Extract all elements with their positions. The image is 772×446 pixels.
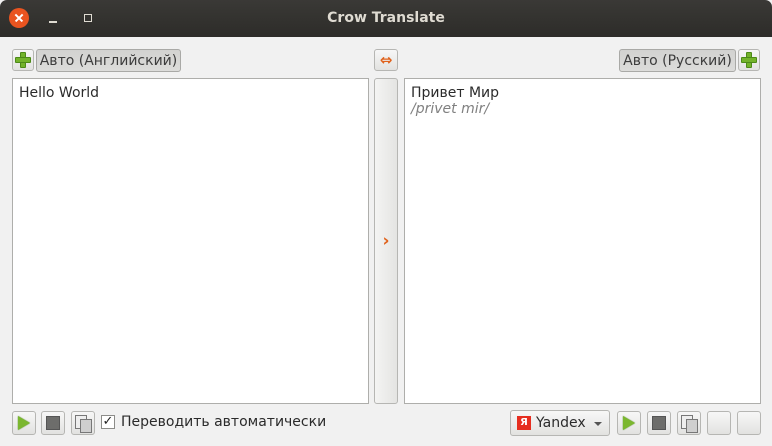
copy-icon [75,415,92,433]
plus-icon [15,52,31,68]
auto-translate-checkbox[interactable]: ✓ [101,415,115,429]
transliteration-text: /privet mir/ [411,101,490,117]
plus-icon [741,52,757,68]
stop-translation-button[interactable] [647,411,671,435]
title-bar: Crow Translate [0,0,772,37]
copy-all-button[interactable] [707,411,731,435]
chevron-right-icon: › [382,231,390,251]
translate-button[interactable]: › [374,78,398,404]
copy-translation-button[interactable] [677,411,701,435]
window-title: Crow Translate [327,10,445,26]
settings-button[interactable] [737,411,761,435]
play-icon [623,416,635,430]
translation-language-label: Авто (Русский) [623,52,732,69]
source-text: Hello World [19,85,100,101]
translation-engine-select[interactable]: Я Yandex [510,410,610,436]
swap-icon: ⇔ [379,50,393,69]
translation-language-button[interactable]: Авто (Русский) [619,49,736,72]
source-language-label: Авто (Английский) [39,52,178,69]
swap-languages-button[interactable]: ⇔ [374,49,398,71]
source-text-area[interactable]: Hello World [12,78,369,404]
play-source-button[interactable] [12,411,36,435]
translation-text: Привет Мир [411,85,500,101]
yandex-logo-icon: Я [517,416,531,430]
stop-source-button[interactable] [41,411,65,435]
translation-text-area[interactable]: Привет Мир /privet mir/ [404,78,761,404]
chevron-down-icon [594,422,602,426]
stop-icon [652,416,666,430]
auto-translate-label: Переводить автоматически [121,414,327,430]
add-translation-language-button[interactable] [738,49,760,71]
stop-icon [46,416,60,430]
copy-icon [681,415,698,433]
engine-selected-value: Yandex [536,415,586,431]
play-icon [18,416,30,430]
add-source-language-button[interactable] [12,49,34,71]
copy-source-button[interactable] [71,411,95,435]
source-language-button[interactable]: Авто (Английский) [36,49,181,72]
play-translation-button[interactable] [617,411,641,435]
